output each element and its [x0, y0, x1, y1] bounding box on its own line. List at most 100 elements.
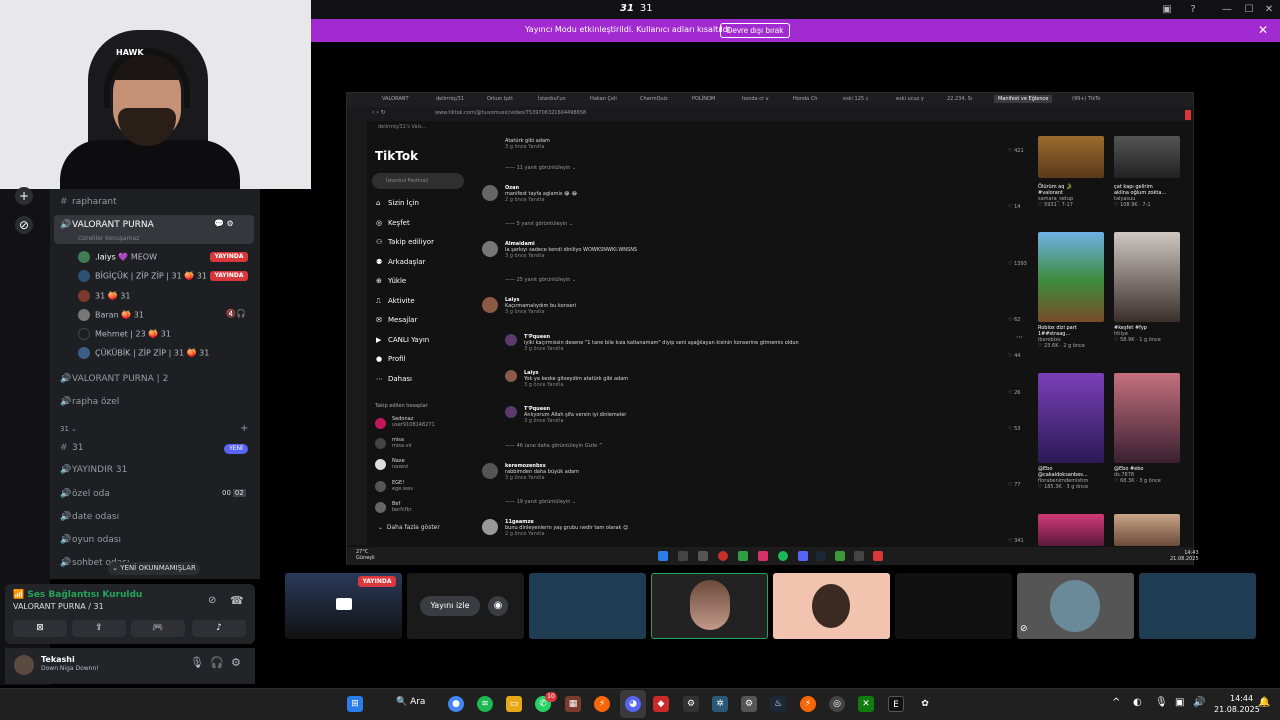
avatar[interactable]: [482, 185, 498, 201]
file-explorer-icon[interactable]: ▭: [506, 696, 522, 712]
voice-user[interactable]: ÇÜKÜBİK | ZİP ZİP | 31 🍑 31: [78, 347, 209, 359]
browser-tab[interactable]: Orkun Işıtt: [487, 96, 513, 102]
more-options-icon[interactable]: ⋯: [1016, 333, 1023, 341]
settings-icon[interactable]: ⚙: [683, 696, 699, 712]
video-caption[interactable]: Roblox dizi part 1##straag... ibxroblxs ♡ 2…: [1038, 325, 1085, 349]
inbox-icon[interactable]: ▣: [1160, 3, 1174, 17]
browser-tab[interactable]: honda cr v: [742, 96, 769, 102]
epic-games-icon[interactable]: E: [888, 696, 904, 712]
channel-oyun-odasi[interactable]: 🔊oyun odası: [60, 535, 121, 545]
network-icon[interactable]: ▣: [1175, 697, 1184, 708]
voice-user[interactable]: Mehmet | 23 🍑 31: [78, 328, 171, 340]
avatar[interactable]: [375, 459, 386, 470]
activity-icon[interactable]: 🎮: [131, 620, 185, 637]
video-thumbnail[interactable]: [1038, 232, 1104, 322]
video-caption[interactable]: #keşfet #fyp htilye ♡ 58.9K · 1 g önce: [1114, 325, 1161, 343]
chatgpt-icon[interactable]: ✿: [917, 696, 933, 712]
nav-profile[interactable]: ● Profil: [376, 355, 405, 363]
like-count[interactable]: ♡ 26: [1008, 390, 1020, 396]
app-tray-icon[interactable]: ◐: [1133, 697, 1142, 708]
search-input[interactable]: İstanbul Festivali: [372, 173, 464, 189]
nav-buttons-icons[interactable]: ‹ › ↻: [372, 109, 386, 116]
view-replies-link[interactable]: —— 25 yanıt görüntüleyin ⌄: [505, 277, 576, 283]
avatar[interactable]: [375, 502, 386, 513]
spotify-icon[interactable]: ≋: [477, 696, 493, 712]
browser-tab[interactable]: (99+) TikTo: [1072, 96, 1101, 102]
browser-tab[interactable]: 22.234, Sı: [947, 96, 972, 102]
avatar[interactable]: [505, 334, 517, 346]
tiktok-logo[interactable]: TikTok: [375, 149, 418, 163]
settings-gear-icon[interactable]: ⚙: [231, 656, 241, 669]
camera-off-icon[interactable]: ⊠: [13, 620, 67, 637]
category-31[interactable]: 31 ⌄: [60, 425, 77, 433]
view-more-replies-link[interactable]: —— 46 tane daha görüntüleyin Gizle ^: [505, 443, 603, 449]
channel-valorant-purna[interactable]: 🔊VALORANT PURNA: [60, 220, 154, 230]
browser-tab[interactable]: eski ucuz y: [896, 96, 924, 102]
channel-31[interactable]: #31: [60, 443, 83, 453]
video-thumbnail[interactable]: [1038, 136, 1104, 178]
nav-more[interactable]: ⋯ Dahası: [376, 375, 412, 383]
avatar[interactable]: [375, 438, 386, 449]
like-count[interactable]: ♡ 53: [1008, 426, 1020, 432]
app-icon[interactable]: ◆: [653, 696, 669, 712]
avatar[interactable]: [505, 370, 517, 382]
nav-friends[interactable]: ⚉ Arkadaşlar: [376, 258, 425, 266]
view-replies-link[interactable]: —— 11 yanıt görüntüleyin ⌄: [505, 165, 576, 171]
bookmarks-bar[interactable]: delirmiş/31's Vals...: [378, 124, 426, 130]
disable-streamer-mode-button[interactable]: Devre dışı bırak: [720, 23, 790, 38]
nav-activity[interactable]: ⎍ Aktivite: [376, 297, 415, 306]
browser-tab[interactable]: delirmiş/31: [436, 96, 464, 102]
nav-messages[interactable]: ✉ Mesajlar: [376, 316, 417, 324]
notifications-icon[interactable]: 🔔: [1258, 697, 1270, 708]
avatar[interactable]: [505, 406, 517, 418]
video-thumbnail[interactable]: [1114, 136, 1180, 178]
close-window-icon[interactable]: ✕: [1262, 3, 1276, 17]
discover-icon[interactable]: ⊘: [15, 216, 33, 234]
like-count[interactable]: ♡ 14: [1008, 204, 1020, 210]
voice-user[interactable]: .laiys 💜 MEOW: [78, 251, 157, 263]
app-icon[interactable]: ▦: [565, 696, 581, 712]
voice-channel-name[interactable]: VALORANT PURNA / 31: [13, 602, 104, 611]
avatar[interactable]: [375, 418, 386, 429]
avatar[interactable]: [482, 463, 498, 479]
channel-valorant-purna-2[interactable]: 🔊VALORANT PURNA | 2: [60, 374, 168, 384]
microphone-icon[interactable]: 🎙: [1155, 697, 1168, 708]
like-count[interactable]: ♡ 62: [1008, 317, 1020, 323]
help-icon[interactable]: ?: [1186, 3, 1200, 17]
like-count[interactable]: ♡ 421: [1008, 148, 1024, 154]
voice-user[interactable]: Baran 🍑 31: [78, 309, 144, 321]
voice-user[interactable]: BİGİÇÜK | ZİP ZİP | 31 🍑 31: [78, 270, 207, 282]
browser-tab[interactable]: VALORANT: [382, 96, 409, 102]
add-channel-icon[interactable]: +: [240, 423, 248, 434]
video-thumbnail[interactable]: [1038, 373, 1104, 463]
headphones-icon[interactable]: 🎧: [210, 656, 224, 669]
video-thumbnail[interactable]: [1114, 232, 1180, 322]
channel-rapharant[interactable]: # rapharant: [60, 197, 117, 207]
disconnect-icon[interactable]: ☎: [230, 594, 244, 607]
minimize-icon[interactable]: —: [1220, 3, 1234, 17]
browser-tab[interactable]: İstanbul'un: [538, 96, 566, 102]
microphone-icon[interactable]: 🎙: [190, 656, 204, 669]
participant-tile[interactable]: [1139, 573, 1256, 639]
unread-pill[interactable]: ⌄ YENİ OKUNMAMIŞLAR: [108, 562, 200, 575]
watch-stream-icon[interactable]: ◉: [488, 596, 508, 616]
video-caption[interactable]: @Ebo @cakaldoksanbes... florabenimdemistim…: [1038, 466, 1088, 490]
volume-icon[interactable]: 🔊: [1193, 697, 1205, 708]
app-icon[interactable]: ✲: [712, 696, 728, 712]
browser-tab-active[interactable]: Manifest ve Eğlence: [994, 95, 1053, 103]
nav-following[interactable]: ⚇ Takip ediliyor: [376, 238, 434, 246]
channel-actions-icons[interactable]: 💬 ⚙: [214, 219, 234, 228]
video-thumbnail[interactable]: [1038, 514, 1104, 546]
app-icon[interactable]: ⚡: [594, 696, 610, 712]
like-count[interactable]: ♡ 341: [1008, 538, 1024, 544]
soundboard-icon[interactable]: ♪: [192, 620, 246, 637]
avatar[interactable]: [482, 519, 498, 535]
tray-overflow-icon[interactable]: ^: [1112, 697, 1120, 708]
followed-account[interactable]: Sedonaz user9108148271: [392, 416, 435, 428]
browser-tab[interactable]: CharmQuiz: [640, 96, 668, 102]
avatar[interactable]: [482, 241, 498, 257]
browser-tab[interactable]: POLİNOM: [692, 96, 715, 102]
windows-start-icon[interactable]: ⊞: [347, 696, 363, 712]
screen-share-icon[interactable]: ⇪: [72, 620, 126, 637]
followed-account[interactable]: misa misa.vir: [392, 437, 412, 449]
